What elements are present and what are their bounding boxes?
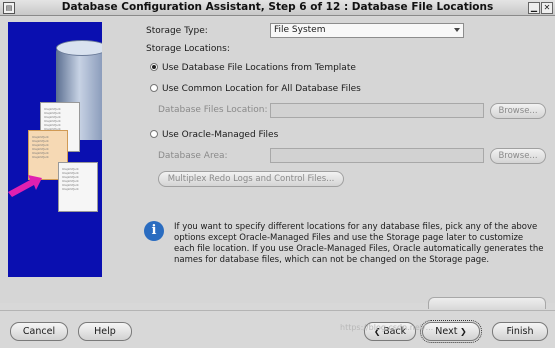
multiplex-button[interactable]: Multiplex Redo Logs and Control Files... xyxy=(158,171,344,187)
radio-common-label: Use Common Location for All Database Fil… xyxy=(162,84,361,94)
pink-arrow-icon xyxy=(8,175,42,197)
finish-button[interactable]: Finish xyxy=(492,322,548,341)
radio-common-location-option[interactable]: Use Common Location for All Database Fil… xyxy=(150,84,361,94)
radio-oracle-managed-option[interactable]: Use Oracle-Managed Files xyxy=(150,130,278,140)
radio-template-label: Use Database File Locations from Templat… xyxy=(162,63,356,73)
database-cylinder-top xyxy=(56,40,102,56)
help-button[interactable]: Help xyxy=(78,322,132,341)
footer-bar: Cancel Help ❮ Back Next ❯ Finish xyxy=(0,310,555,348)
storage-type-value: File System xyxy=(274,25,326,35)
db-files-location-input[interactable] xyxy=(270,103,484,118)
title-bar: ▤ Database Configuration Assistant, Step… xyxy=(0,0,555,16)
document-icon: Ulajzrkfjsdi Ulajzrkfjsdi Ulajzrkfjsdi U… xyxy=(58,162,98,212)
storage-type-label: Storage Type: xyxy=(146,26,208,36)
db-area-input[interactable] xyxy=(270,148,484,163)
next-button-label: Next xyxy=(435,326,458,337)
storage-type-select[interactable]: File System xyxy=(270,23,464,38)
info-icon: i xyxy=(144,221,164,241)
browse-button[interactable]: Browse... xyxy=(490,103,546,119)
cancel-button[interactable]: Cancel xyxy=(10,322,68,341)
storage-locations-label: Storage Locations: xyxy=(146,44,230,54)
database-illustration: Ulajzrkfjsdi Ulajzrkfjsdi Ulajzrkfjsdi U… xyxy=(8,22,102,277)
minimize-icon[interactable]: ▁ xyxy=(528,2,540,14)
watermark: https://blog.csdn.net/... xyxy=(340,323,434,332)
radio-button[interactable] xyxy=(150,130,158,138)
db-files-location-label: Database Files Location: xyxy=(158,105,268,115)
info-message: If you want to specify different locatio… xyxy=(174,222,544,265)
browse-button[interactable]: Browse... xyxy=(490,148,546,164)
close-icon[interactable]: ✕ xyxy=(541,2,553,14)
radio-button-selected[interactable] xyxy=(150,63,158,71)
radio-button[interactable] xyxy=(150,84,158,92)
db-area-label: Database Area: xyxy=(158,151,228,161)
chevron-down-icon xyxy=(454,28,460,32)
chevron-right-icon: ❯ xyxy=(457,327,467,336)
radio-template-option[interactable]: Use Database File Locations from Templat… xyxy=(150,63,356,73)
radio-omf-label: Use Oracle-Managed Files xyxy=(162,130,279,140)
window-title: Database Configuration Assistant, Step 6… xyxy=(61,1,494,13)
partially-hidden-button[interactable] xyxy=(428,297,546,309)
